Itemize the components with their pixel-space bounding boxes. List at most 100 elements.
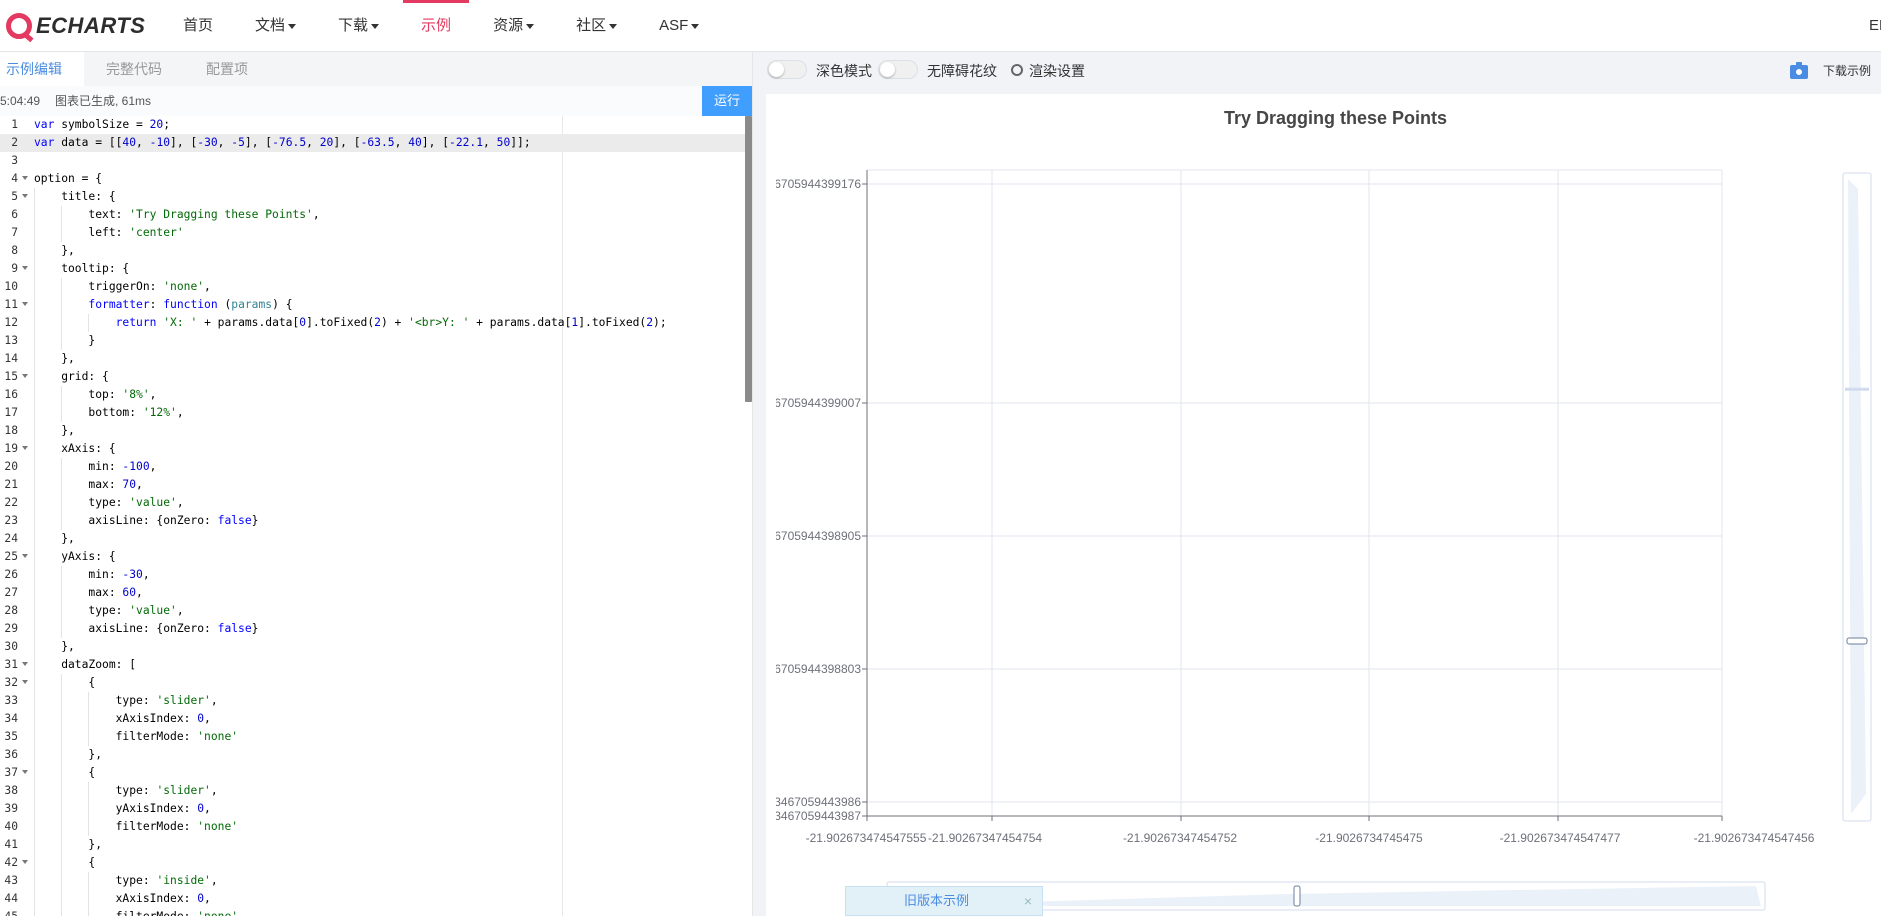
line-number: 25 — [4, 550, 18, 563]
code-editor[interactable]: 1 var symbolSize = 20; 2 var data = [[40, -… — [0, 116, 752, 916]
code-line[interactable]: 8 }, — [0, 242, 746, 260]
editor-tab-0[interactable]: 示例编辑 — [0, 52, 84, 86]
download-example-button[interactable]: 下载示例 — [1823, 52, 1881, 90]
code-line[interactable]: 1 var symbolSize = 20; — [0, 116, 746, 134]
editor-tab-2[interactable]: 配置项 — [184, 52, 270, 86]
fold-arrow-icon[interactable] — [22, 554, 28, 558]
fold-arrow-icon[interactable] — [22, 176, 28, 180]
code-line[interactable]: 6 text: 'Try Dragging these Points', — [0, 206, 746, 224]
code-line[interactable]: 25 yAxis: { — [0, 548, 746, 566]
code-line[interactable]: 12 return 'X: ' + params.data[0].toFixed… — [0, 314, 746, 332]
dark-mode-toggle[interactable] — [767, 60, 807, 79]
y-tick-label: 346705944398905 — [766, 529, 861, 543]
render-settings-button[interactable]: 渲染设置 — [1029, 52, 1085, 90]
code-line[interactable]: 7 left: 'center' — [0, 224, 746, 242]
fold-arrow-icon[interactable] — [22, 446, 28, 450]
code-line[interactable]: 29 axisLine: {onZero: false} — [0, 620, 746, 638]
echarts-logo[interactable]: ECHARTS — [6, 10, 145, 42]
code-line[interactable]: 39 yAxisIndex: 0, — [0, 800, 746, 818]
fold-arrow-icon[interactable] — [22, 194, 28, 198]
code-line[interactable]: 22 type: 'value', — [0, 494, 746, 512]
code-line[interactable]: 3 — [0, 152, 746, 170]
code-line[interactable]: 28 type: 'value', — [0, 602, 746, 620]
code-line[interactable]: 34 xAxisIndex: 0, — [0, 710, 746, 728]
fold-arrow-icon[interactable] — [22, 374, 28, 378]
code-line[interactable]: 23 axisLine: {onZero: false} — [0, 512, 746, 530]
code-line[interactable]: 32 { — [0, 674, 746, 692]
code-line[interactable]: 43 type: 'inside', — [0, 872, 746, 890]
nav-item-3[interactable]: 示例 — [403, 0, 470, 52]
nav-item-2[interactable]: 下载 — [320, 0, 397, 52]
code-text: option = { — [34, 172, 103, 185]
line-number: 6 — [11, 208, 18, 221]
nav-item-1[interactable]: 文档 — [237, 0, 314, 52]
code-line[interactable]: 10 triggerOn: 'none', — [0, 278, 746, 296]
caret-down-icon — [609, 23, 618, 29]
fold-arrow-icon[interactable] — [22, 680, 28, 684]
code-line[interactable]: 35 filterMode: 'none' — [0, 728, 746, 746]
nav-item-4[interactable]: 资源 — [475, 0, 552, 52]
preview-toolbar: 深色模式 无障碍花纹 渲染设置 下载示例 — [753, 52, 1881, 90]
code-line[interactable]: 30 }, — [0, 638, 746, 656]
code-line[interactable]: 16 top: '8%', — [0, 386, 746, 404]
code-line[interactable]: 45 filterMode: 'none' — [0, 908, 746, 916]
line-number: 42 — [4, 856, 18, 869]
fold-arrow-icon[interactable] — [22, 662, 28, 666]
old-version-tag[interactable]: 旧版本示例 × — [845, 886, 1043, 916]
code-line[interactable]: 5 title: { — [0, 188, 746, 206]
code-line[interactable]: 36 }, — [0, 746, 746, 764]
code-line[interactable]: 37 { — [0, 764, 746, 782]
code-line[interactable]: 19 xAxis: { — [0, 440, 746, 458]
code-line[interactable]: 2 var data = [[40, -10], [-30, -5], [-76.… — [0, 134, 746, 152]
decal-toggle[interactable] — [878, 60, 918, 79]
close-icon[interactable]: × — [1024, 887, 1032, 915]
code-line[interactable]: 44 xAxisIndex: 0, — [0, 890, 746, 908]
fold-arrow-icon[interactable] — [22, 770, 28, 774]
x-tick-label: -21.902673474547555 — [806, 831, 927, 845]
editor-tab-1[interactable]: 完整代码 — [84, 52, 184, 86]
fold-arrow-icon[interactable] — [22, 266, 28, 270]
line-number: 12 — [4, 316, 18, 329]
code-lines[interactable]: 1 var symbolSize = 20; 2 var data = [[40, -… — [0, 116, 746, 916]
nav-item-6[interactable]: ASF — [641, 0, 717, 52]
old-version-label: 旧版本示例 — [904, 893, 970, 908]
code-line[interactable]: 26 min: -30, — [0, 566, 746, 584]
code-line[interactable]: 18 }, — [0, 422, 746, 440]
code-text: text: 'Try Dragging these Points', — [34, 208, 320, 221]
fold-arrow-icon[interactable] — [22, 860, 28, 864]
code-line[interactable]: 31 dataZoom: [ — [0, 656, 746, 674]
line-number: 33 — [4, 694, 18, 707]
code-text: type: 'value', — [34, 604, 184, 617]
echarts-logo-icon — [6, 13, 32, 39]
run-button[interactable]: 运行 — [702, 86, 752, 116]
nav-item-5[interactable]: 社区 — [558, 0, 635, 52]
code-line[interactable]: 24 }, — [0, 530, 746, 548]
code-text: type: 'slider', — [34, 784, 218, 797]
code-line[interactable]: 11 formatter: function (params) { — [0, 296, 746, 314]
line-number: 24 — [4, 532, 18, 545]
language-switch[interactable]: EN — [1869, 0, 1881, 52]
camera-icon[interactable] — [1790, 62, 1808, 79]
gear-icon[interactable] — [1011, 64, 1023, 76]
line-number: 35 — [4, 730, 18, 743]
code-line[interactable]: 14 }, — [0, 350, 746, 368]
fold-arrow-icon[interactable] — [22, 302, 28, 306]
code-line[interactable]: 38 type: 'slider', — [0, 782, 746, 800]
code-line[interactable]: 20 min: -100, — [0, 458, 746, 476]
code-line[interactable]: 42 { — [0, 854, 746, 872]
code-line[interactable]: 41 }, — [0, 836, 746, 854]
editor-scrollbar[interactable] — [745, 116, 752, 402]
scatter-chart[interactable]: Try Dragging these Points -21.90267347454… — [766, 94, 1881, 924]
code-line[interactable]: 9 tooltip: { — [0, 260, 746, 278]
code-line[interactable]: 40 filterMode: 'none' — [0, 818, 746, 836]
code-line[interactable]: 33 type: 'slider', — [0, 692, 746, 710]
code-line[interactable]: 17 bottom: '12%', — [0, 404, 746, 422]
code-text: tooltip: { — [34, 262, 130, 275]
code-line[interactable]: 15 grid: { — [0, 368, 746, 386]
code-line[interactable]: 4 option = { — [0, 170, 746, 188]
code-line[interactable]: 13 } — [0, 332, 746, 350]
y-tick-label: 346705944398803 — [766, 662, 861, 676]
code-line[interactable]: 27 max: 60, — [0, 584, 746, 602]
nav-item-0[interactable]: 首页 — [165, 0, 231, 52]
code-line[interactable]: 21 max: 70, — [0, 476, 746, 494]
